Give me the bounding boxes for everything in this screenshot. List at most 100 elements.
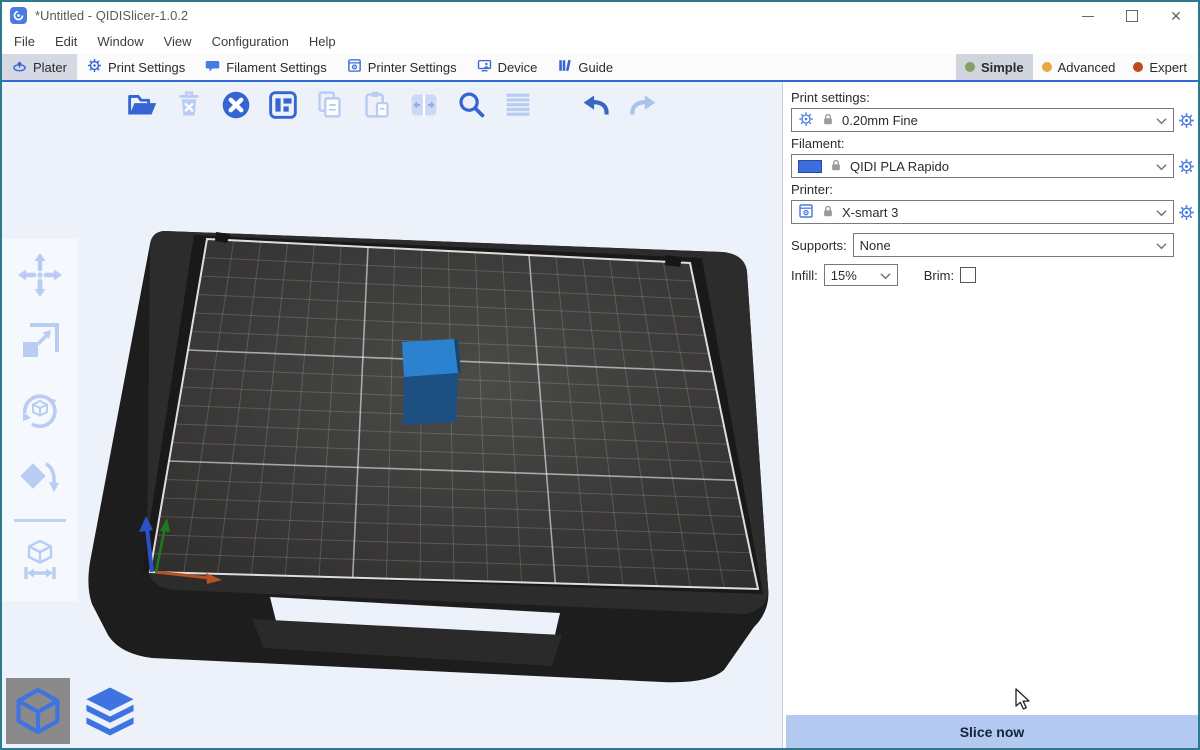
settings-panel: Print settings: [782,82,1198,748]
tab-label: Filament Settings [226,60,326,75]
gear-icon [798,111,814,130]
rotate-tool-icon[interactable] [16,385,64,438]
title-bar: *Untitled - QIDISlicer-1.0.2 ✕ [2,2,1198,29]
menu-help[interactable]: Help [299,31,346,52]
mode-expert[interactable]: Expert [1124,54,1196,80]
tab-print-settings[interactable]: Print Settings [77,54,195,80]
tab-label: Printer Settings [368,60,457,75]
paste-icon[interactable] [357,85,397,125]
tab-plater[interactable]: Plater [2,54,77,80]
tab-label: Print Settings [108,60,185,75]
model-cube-front [403,373,458,425]
infill-label: Infill: [791,268,818,283]
books-icon [557,58,572,76]
chevron-down-icon [1156,113,1167,128]
copy-icon[interactable] [310,85,350,125]
bed-scene [2,82,782,748]
filament-icon [205,58,220,76]
tab-guide[interactable]: Guide [547,54,623,80]
preview-layers-view-icon[interactable] [78,678,142,744]
brim-label: Brim: [924,268,954,283]
chevron-down-icon [1156,238,1167,253]
brim-checkbox[interactable] [960,267,976,283]
chevron-down-icon [1156,159,1167,174]
printer-label: Printer: [791,182,1198,197]
move-tool-icon[interactable] [16,251,64,304]
minimize-button[interactable] [1066,2,1110,29]
chevron-down-icon [1156,205,1167,220]
simple-dot-icon [965,62,975,72]
chevron-down-icon [880,268,891,283]
print-settings-select[interactable]: 0.20mm Fine [791,108,1174,132]
gear-icon [87,58,102,76]
model-cube-top [402,339,458,377]
editor-3d-view-icon[interactable] [6,678,70,744]
tab-label: Device [498,60,538,75]
tab-printer-settings[interactable]: Printer Settings [337,54,467,80]
app-window: *Untitled - QIDISlicer-1.0.2 ✕ File Edit… [0,0,1200,750]
maximize-button[interactable] [1110,2,1154,29]
delete-icon[interactable] [169,85,209,125]
printer-icon [347,58,362,76]
menu-window[interactable]: Window [87,31,153,52]
mode-label: Expert [1149,60,1187,75]
window-title: *Untitled - QIDISlicer-1.0.2 [35,8,188,23]
tab-device[interactable]: Device [467,54,548,80]
menu-configuration[interactable]: Configuration [202,31,299,52]
left-toolbar [2,239,78,601]
filament-label: Filament: [791,136,1198,151]
slice-now-button[interactable]: Slice now [786,715,1198,748]
tab-filament-settings[interactable]: Filament Settings [195,54,336,80]
mode-simple[interactable]: Simple [956,54,1033,80]
scale-tool-icon[interactable] [16,318,64,371]
advanced-dot-icon [1042,62,1052,72]
toolbar-separator [14,519,66,522]
mode-advanced[interactable]: Advanced [1033,54,1125,80]
viewport-3d[interactable] [2,82,782,748]
menu-file[interactable]: File [4,31,45,52]
print-settings-label: Print settings: [791,90,1198,105]
mode-label: Advanced [1058,60,1116,75]
open-folder-icon[interactable] [122,85,162,125]
menu-view[interactable]: View [154,31,202,52]
print-settings-value: 0.20mm Fine [842,113,918,128]
edit-printer-button[interactable] [1174,204,1198,221]
edit-filament-button[interactable] [1174,158,1198,175]
menu-edit[interactable]: Edit [45,31,87,52]
edit-print-settings-button[interactable] [1174,112,1198,129]
infill-value: 15% [831,268,857,283]
variable-layer-height-icon[interactable] [498,85,538,125]
model-cube[interactable] [402,339,461,425]
device-monitor-icon [477,58,492,76]
menu-bar: File Edit Window View Configuration Help [2,29,1198,54]
printer-icon [798,203,814,222]
supports-value: None [860,238,891,253]
tab-label: Guide [578,60,613,75]
undo-icon[interactable] [576,85,616,125]
infill-select[interactable]: 15% [824,264,898,286]
measure-tool-icon[interactable] [16,536,64,589]
close-button[interactable]: ✕ [1154,2,1198,29]
place-on-face-tool-icon[interactable] [16,452,64,505]
arrange-icon[interactable] [263,85,303,125]
plater-icon [12,58,27,76]
window-controls: ✕ [1066,2,1198,29]
filament-select[interactable]: QIDI PLA Rapido [791,154,1174,178]
tab-bar: Plater Print Settings [2,54,1198,82]
tab-label: Plater [33,60,67,75]
lock-icon [821,204,835,221]
mode-label: Simple [981,60,1024,75]
printer-select[interactable]: X-smart 3 [791,200,1174,224]
app-logo-icon [10,7,27,24]
supports-select[interactable]: None [853,233,1174,257]
mode-selector: Simple Advanced Expert [956,54,1198,80]
expert-dot-icon [1133,62,1143,72]
search-icon[interactable] [451,85,491,125]
top-toolbar [2,85,782,125]
filament-color-swatch [798,160,822,173]
delete-all-icon[interactable] [216,85,256,125]
redo-icon[interactable] [623,85,663,125]
main-area: Print settings: [2,82,1198,748]
filament-value: QIDI PLA Rapido [850,159,949,174]
split-icon[interactable] [404,85,444,125]
